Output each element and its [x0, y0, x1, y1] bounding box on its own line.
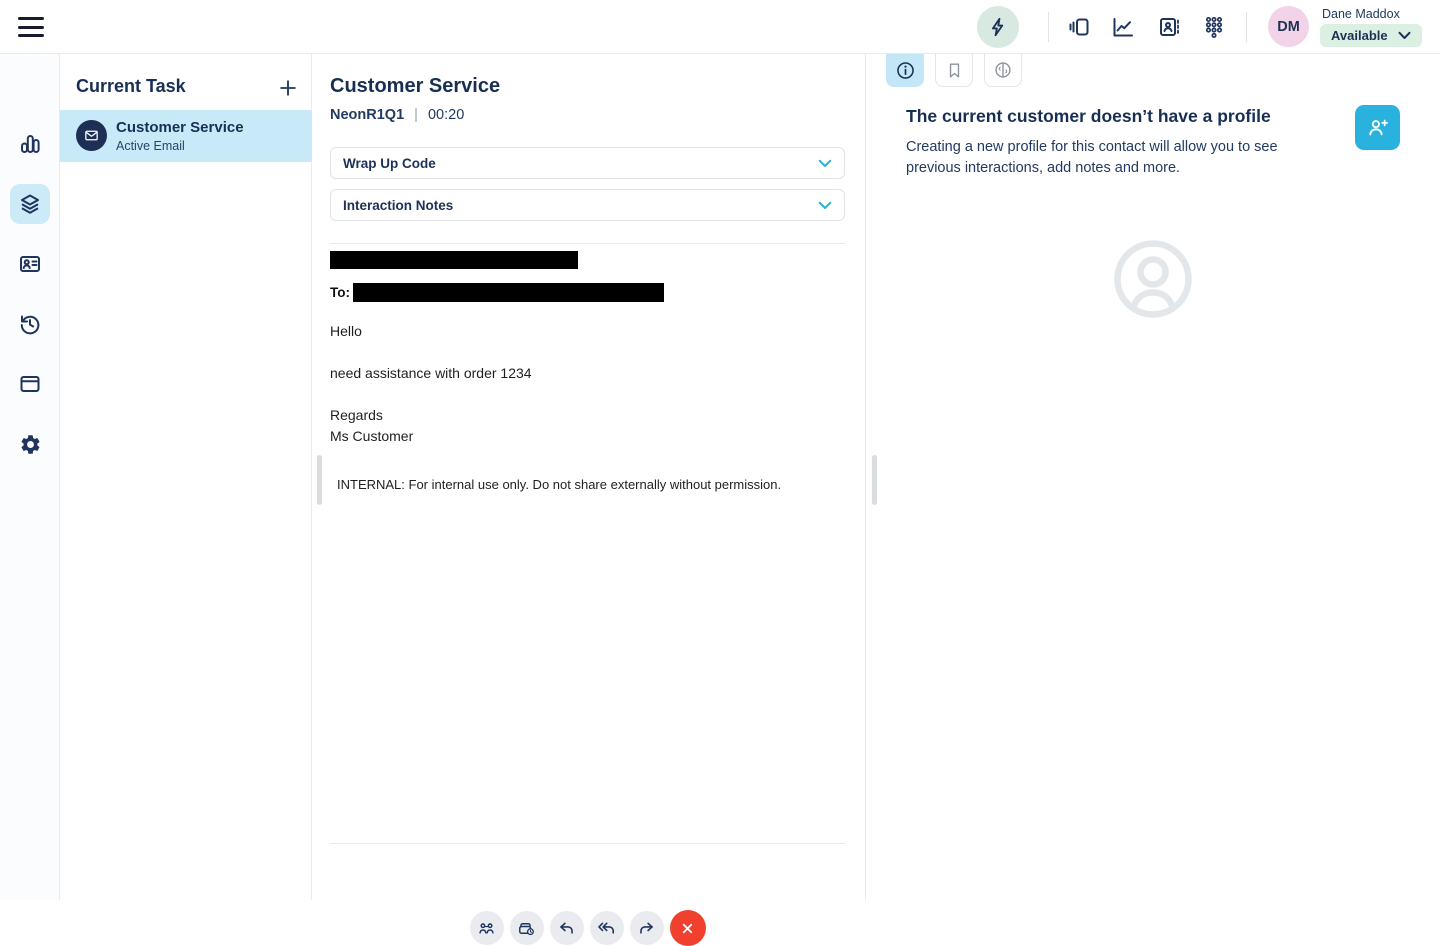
forward-button[interactable] — [629, 911, 664, 945]
email-body-line: Ms Customer — [330, 428, 414, 444]
bar-chart-icon — [18, 132, 42, 156]
brain-icon — [993, 60, 1013, 80]
wrap-up-code-dropdown[interactable]: Wrap Up Code — [330, 147, 845, 179]
transfer-button[interactable] — [469, 911, 504, 945]
interaction-meta: NeonR1Q1 | 00:20 — [330, 107, 464, 123]
interaction-notes-dropdown[interactable]: Interaction Notes — [330, 189, 845, 221]
create-profile-button[interactable] — [1355, 105, 1400, 150]
window-icon — [18, 372, 42, 396]
internal-disclaimer: INTERNAL: For internal use only. Do not … — [337, 477, 782, 492]
people-icon — [477, 919, 496, 938]
nav-contacts[interactable] — [10, 244, 50, 284]
chevron-down-icon — [818, 159, 832, 168]
close-icon — [680, 921, 695, 936]
email-body-line: need assistance with order 1234 — [330, 365, 532, 381]
topbar-divider — [1048, 12, 1049, 42]
interaction-timer: 00:20 — [427, 107, 465, 123]
email-header-divider — [330, 243, 845, 244]
history-icon — [18, 312, 42, 336]
park-email-button[interactable] — [509, 911, 544, 945]
toolbar-divider — [330, 843, 845, 844]
avatar-initials: DM — [1277, 18, 1300, 35]
tab-agent-assist[interactable] — [984, 54, 1022, 87]
disconnect-button[interactable] — [669, 910, 706, 946]
left-nav-rail — [0, 54, 60, 900]
reply-all-button[interactable] — [589, 911, 624, 945]
menu-icon[interactable] — [18, 15, 44, 39]
plus-icon — [277, 77, 299, 99]
customer-profile-panel: The current customer doesn’t have a prof… — [866, 54, 1440, 900]
nav-interactions[interactable] — [10, 184, 50, 224]
email-body-line: Regards — [330, 407, 383, 423]
user-avatar[interactable]: DM — [1268, 6, 1309, 47]
nav-activity[interactable] — [10, 124, 50, 164]
lightning-icon — [987, 16, 1009, 38]
top-bar: DM Dane Maddox Available — [0, 0, 1440, 54]
email-action-toolbar — [330, 910, 845, 946]
task-list-item[interactable]: Customer Service Active Email — [60, 110, 312, 162]
dialpad-icon — [1202, 15, 1226, 39]
nav-settings[interactable] — [10, 424, 50, 464]
no-profile-description: Creating a new profile for this contact … — [906, 139, 1278, 176]
dialpad-button[interactable] — [1197, 11, 1231, 43]
task-item-title: Customer Service — [116, 119, 244, 136]
topbar-divider — [1246, 12, 1247, 42]
redacted-subject — [330, 251, 578, 269]
chevron-down-icon — [1398, 31, 1411, 40]
park-icon — [517, 919, 536, 938]
reply-icon — [557, 919, 576, 938]
panel-resize-handle-right[interactable] — [872, 455, 877, 505]
person-add-icon — [1365, 115, 1390, 140]
reply-all-icon — [597, 919, 616, 938]
bookmark-icon — [945, 61, 964, 80]
contact-card-icon — [1157, 15, 1181, 39]
gear-icon — [19, 433, 42, 456]
task-panel-title: Current Task — [76, 76, 186, 96]
chevron-down-icon — [818, 201, 832, 210]
layers-icon — [18, 192, 42, 216]
performance-button[interactable] — [1106, 11, 1140, 43]
reply-button[interactable] — [549, 911, 584, 945]
directory-button[interactable] — [1152, 11, 1186, 43]
add-task-button[interactable] — [273, 73, 303, 103]
info-icon — [895, 60, 916, 81]
forward-icon — [637, 919, 656, 938]
interaction-title: Customer Service — [330, 75, 501, 97]
line-chart-icon — [1111, 15, 1135, 39]
tab-bookmarks[interactable] — [935, 54, 973, 87]
id-card-icon — [18, 252, 42, 276]
meta-separator: | — [414, 107, 418, 123]
quick-actions-button[interactable] — [977, 6, 1019, 48]
status-dropdown[interactable]: Available — [1320, 24, 1422, 47]
user-name: Dane Maddox — [1322, 7, 1400, 21]
interactions-button[interactable] — [1062, 11, 1096, 43]
panel-resize-handle-left[interactable] — [317, 455, 322, 505]
interaction-notes-label: Interaction Notes — [343, 197, 454, 213]
redacted-recipient — [353, 283, 664, 302]
panels-icon — [1067, 15, 1091, 39]
interaction-panel: Customer Service NeonR1Q1 | 00:20 Wrap U… — [312, 54, 866, 946]
nav-history[interactable] — [10, 304, 50, 344]
tab-profile-info[interactable] — [886, 54, 924, 87]
nav-apps[interactable] — [10, 364, 50, 404]
wrap-up-code-label: Wrap Up Code — [343, 155, 436, 171]
email-body-line: Hello — [330, 323, 362, 339]
profile-placeholder-avatar — [1113, 239, 1193, 319]
status-label: Available — [1331, 28, 1388, 43]
no-profile-heading: The current customer doesn’t have a prof… — [906, 106, 1271, 126]
task-item-subtitle: Active Email — [116, 139, 185, 153]
email-channel-badge — [76, 120, 107, 151]
queue-name: NeonR1Q1 — [330, 107, 405, 123]
email-to-label: To: — [330, 285, 350, 300]
current-task-panel: Current Task Customer Service Active Ema… — [60, 54, 312, 900]
envelope-icon — [83, 127, 100, 144]
